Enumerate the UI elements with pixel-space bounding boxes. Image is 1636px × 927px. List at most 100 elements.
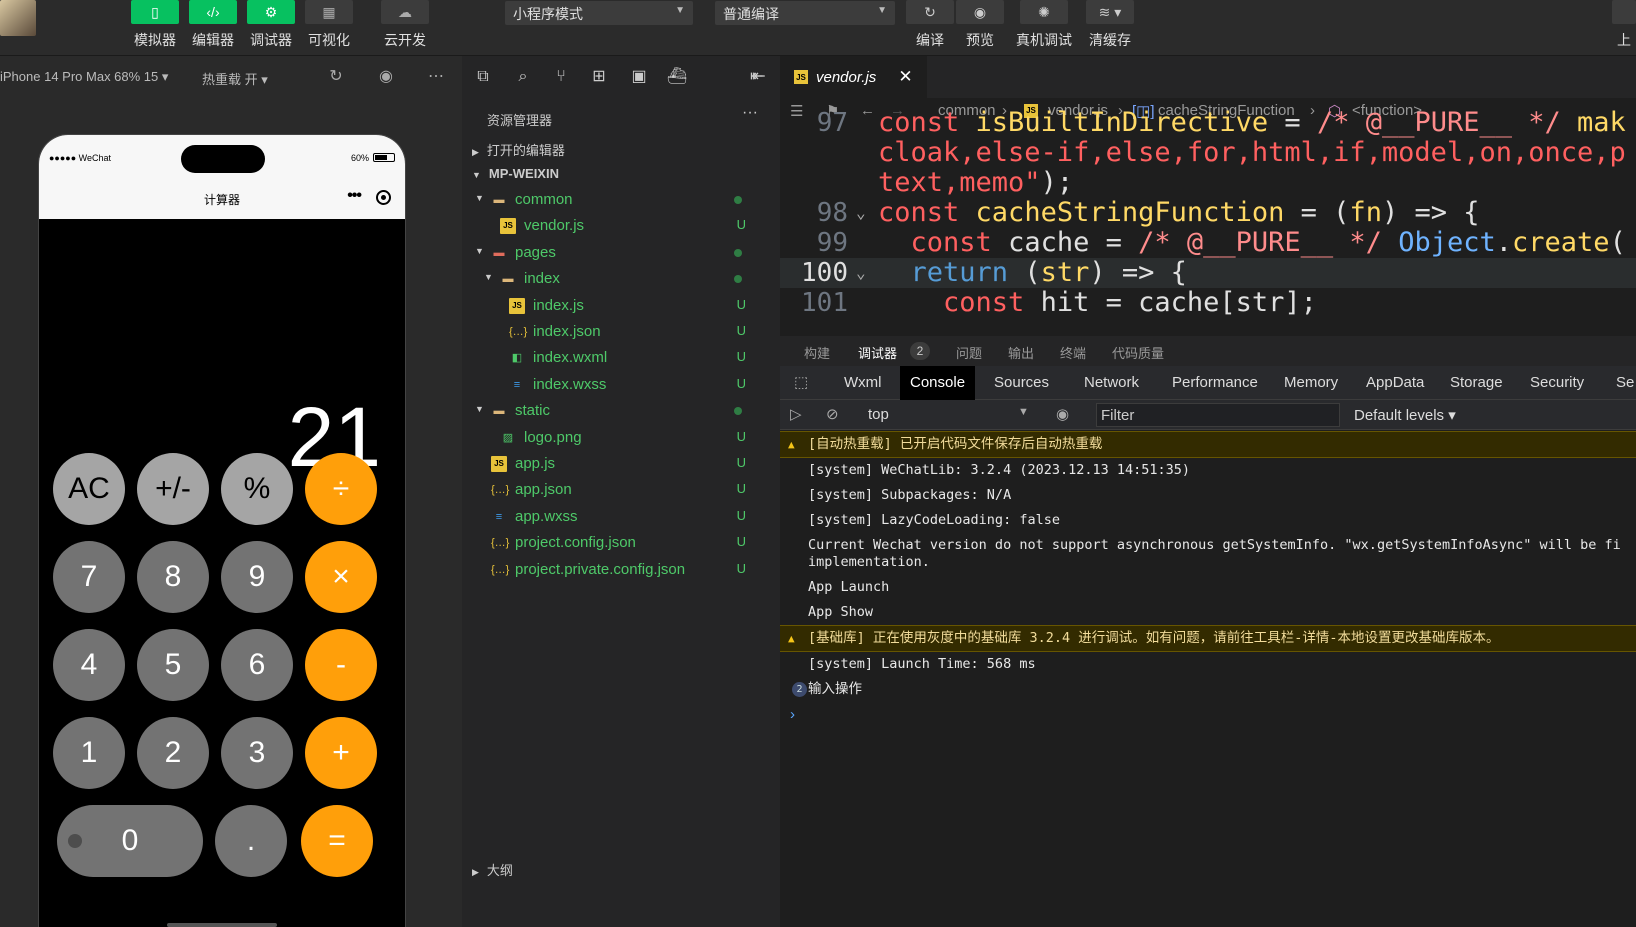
key-1[interactable]: 1 bbox=[53, 717, 125, 789]
tab-vendor-js[interactable]: JS vendor.js ✕ bbox=[780, 56, 927, 98]
tab-code-quality[interactable]: 代码质量 bbox=[1112, 343, 1164, 362]
key-5[interactable]: 5 bbox=[137, 629, 209, 701]
tab-security[interactable]: Security bbox=[1520, 366, 1594, 400]
tree-item[interactable]: ▼ ▬ pages bbox=[462, 240, 780, 266]
code-line[interactable]: 101 const hit = cache[str]; bbox=[780, 288, 1636, 319]
tab-memory[interactable]: Memory bbox=[1274, 366, 1348, 400]
code-line[interactable]: 98 ⌄ const cacheStringFunction = (fn) => { bbox=[780, 198, 1636, 229]
compile-button[interactable]: ↻ 编译 bbox=[904, 0, 956, 50]
tab-build[interactable]: 构建 bbox=[804, 343, 830, 362]
key-sign[interactable]: +/- bbox=[137, 453, 209, 525]
tab-console[interactable]: Console bbox=[900, 366, 976, 400]
tree-item[interactable]: ◧ index.wxml U bbox=[462, 345, 780, 371]
capsule-close-icon[interactable] bbox=[376, 190, 391, 205]
upload-button[interactable]: 上 bbox=[1612, 0, 1636, 50]
key-2[interactable]: 2 bbox=[137, 717, 209, 789]
log-levels-select[interactable]: Default levels ▾ bbox=[1354, 406, 1456, 424]
tree-item[interactable]: ▼ ▬ static bbox=[462, 398, 780, 424]
tab-more[interactable]: Se bbox=[1606, 366, 1636, 400]
project-root-section[interactable]: ▼ MP-WEIXIN bbox=[472, 166, 559, 181]
remote-debug-button[interactable]: ✺ 真机调试 bbox=[1012, 0, 1076, 50]
key-equals[interactable]: = bbox=[301, 805, 373, 877]
chevron-down-icon[interactable]: ▼ bbox=[475, 246, 484, 256]
context-select[interactable]: top bbox=[868, 406, 889, 423]
hot-reload-select[interactable]: 热重载 开 ▾ bbox=[202, 69, 268, 88]
key-ac[interactable]: AC bbox=[53, 453, 125, 525]
clear-cache-button[interactable]: ≋ ▾ 清缓存 bbox=[1084, 0, 1136, 50]
storage-icon[interactable]: ▣ bbox=[628, 66, 650, 88]
device-select[interactable]: iPhone 14 Pro Max 68% 15 ▾ bbox=[0, 69, 168, 85]
tab-output[interactable]: 输出 bbox=[1008, 343, 1034, 362]
key-decimal[interactable]: . bbox=[215, 805, 287, 877]
code-line[interactable]: 97 const isBuiltInDirective = /* @__PURE_… bbox=[780, 108, 1636, 139]
avatar[interactable] bbox=[0, 0, 36, 36]
key-divide[interactable]: ÷ bbox=[305, 453, 377, 525]
editor-toggle[interactable]: ‹/› 编辑器 bbox=[188, 0, 238, 50]
reload-icon[interactable]: ↻ bbox=[325, 66, 347, 88]
tree-item[interactable]: JS vendor.js U bbox=[462, 213, 780, 239]
close-icon[interactable]: ✕ bbox=[898, 67, 912, 87]
extensions-icon[interactable]: ⊞ bbox=[588, 66, 610, 88]
tab-sources[interactable]: Sources bbox=[984, 366, 1059, 400]
simulator-toggle[interactable]: ▯ 模拟器 bbox=[130, 0, 180, 50]
tab-problems[interactable]: 问题 bbox=[956, 343, 982, 362]
clear-console-icon[interactable]: ⊘ bbox=[826, 405, 839, 423]
key-7[interactable]: 7 bbox=[53, 541, 125, 613]
key-minus[interactable]: - bbox=[305, 629, 377, 701]
fold-chevron-icon[interactable]: ⌄ bbox=[856, 198, 866, 228]
code-line[interactable]: 99 const cache = /* @__PURE__ */ Object.… bbox=[780, 228, 1636, 259]
capsule-menu-icon[interactable]: ••• bbox=[347, 187, 362, 205]
eye-icon[interactable]: ◉ bbox=[1056, 405, 1069, 423]
tree-item[interactable]: ≡ app.wxss U bbox=[462, 504, 780, 530]
key-plus[interactable]: + bbox=[305, 717, 377, 789]
key-9[interactable]: 9 bbox=[221, 541, 293, 613]
tree-item[interactable]: {…} project.config.json U bbox=[462, 530, 780, 556]
tree-item[interactable]: JS app.js U bbox=[462, 451, 780, 477]
more-icon[interactable]: ⋯ bbox=[425, 66, 447, 88]
source-control-icon[interactable]: ⑂ bbox=[550, 66, 572, 88]
fold-chevron-icon[interactable]: ⌄ bbox=[856, 258, 866, 288]
key-8[interactable]: 8 bbox=[137, 541, 209, 613]
tab-appdata[interactable]: AppData bbox=[1356, 366, 1434, 400]
filter-input[interactable] bbox=[1096, 403, 1340, 427]
key-4[interactable]: 4 bbox=[53, 629, 125, 701]
tab-terminal[interactable]: 终端 bbox=[1060, 343, 1086, 362]
files-icon[interactable]: ⧉ bbox=[472, 66, 494, 88]
console-prompt-icon[interactable]: › bbox=[790, 706, 795, 723]
chevron-down-icon[interactable]: ▼ bbox=[484, 272, 493, 282]
tree-item[interactable]: ▼ ▬ common bbox=[462, 187, 780, 213]
cloud-dev-button[interactable]: ☁ 云开发 bbox=[380, 0, 430, 50]
docker-icon[interactable]: ⛴ bbox=[666, 66, 688, 88]
stop-icon[interactable]: ◉ bbox=[375, 66, 397, 88]
outline-section[interactable]: ▶ 大纲 bbox=[472, 860, 513, 879]
chevron-down-icon[interactable]: ▼ bbox=[475, 193, 484, 203]
tree-item[interactable]: ▼ ▬ index bbox=[462, 266, 780, 292]
code-line[interactable]: cloak,else-if,else,for,html,if,model,on,… bbox=[780, 138, 1636, 168]
preview-button[interactable]: ◉ 预览 bbox=[954, 0, 1006, 50]
tab-network[interactable]: Network bbox=[1074, 366, 1149, 400]
key-6[interactable]: 6 bbox=[221, 629, 293, 701]
open-editors-section[interactable]: ▶ 打开的编辑器 bbox=[472, 140, 565, 159]
more-icon[interactable]: ··· bbox=[742, 104, 758, 122]
key-3[interactable]: 3 bbox=[221, 717, 293, 789]
mode-select[interactable]: 小程序模式 ▼ bbox=[505, 1, 693, 25]
code-area[interactable]: 97 const isBuiltInDirective = /* @__PURE_… bbox=[780, 108, 1636, 318]
tab-performance[interactable]: Performance bbox=[1162, 366, 1268, 400]
tab-debugger[interactable]: 调试器 bbox=[858, 343, 897, 362]
code-line[interactable]: 100 ⌄ return (str) => { bbox=[780, 258, 1636, 288]
code-line[interactable]: text,memo"); bbox=[780, 168, 1636, 198]
tree-item[interactable]: {…} index.json U bbox=[462, 319, 780, 345]
sidebar-toggle-icon[interactable]: ▷ bbox=[790, 405, 802, 423]
search-icon[interactable]: ⌕ bbox=[512, 66, 534, 88]
key-multiply[interactable]: × bbox=[305, 541, 377, 613]
visual-toggle[interactable]: ▦ 可视化 bbox=[304, 0, 354, 50]
tree-item[interactable]: JS index.js U bbox=[462, 293, 780, 319]
tree-item[interactable]: {…} project.private.config.json U bbox=[462, 557, 780, 583]
tab-storage[interactable]: Storage bbox=[1440, 366, 1513, 400]
tree-item[interactable]: ▨ logo.png U bbox=[462, 425, 780, 451]
tree-item[interactable]: {…} app.json U bbox=[462, 477, 780, 503]
compile-select[interactable]: 普通编译 ▼ bbox=[715, 1, 895, 25]
chevron-down-icon[interactable]: ▼ bbox=[475, 404, 484, 414]
tab-wxml[interactable]: Wxml bbox=[834, 366, 892, 400]
debugger-toggle[interactable]: ⚙ 调试器 bbox=[246, 0, 296, 50]
